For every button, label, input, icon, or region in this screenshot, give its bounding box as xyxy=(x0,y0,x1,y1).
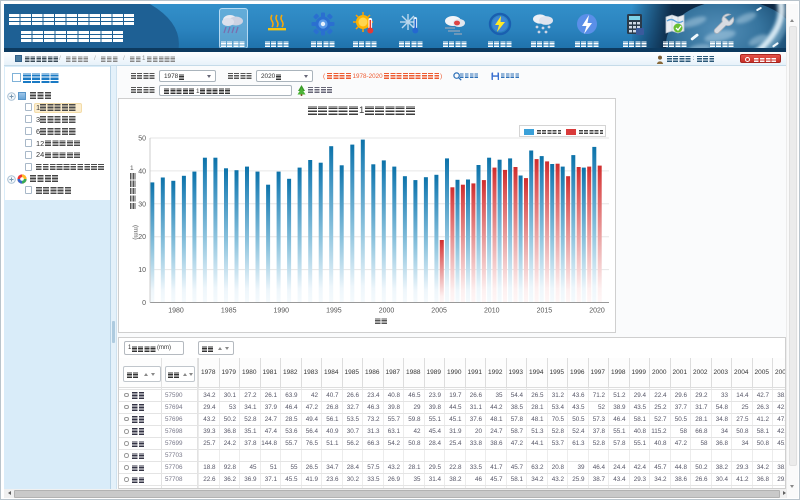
svg-text:1995: 1995 xyxy=(326,308,342,315)
svg-text:30: 30 xyxy=(138,201,146,208)
svg-text:10: 10 xyxy=(138,267,146,274)
svg-text:2000: 2000 xyxy=(379,308,395,315)
svg-text:1985: 1985 xyxy=(221,308,237,315)
svg-text:50: 50 xyxy=(138,136,146,143)
svg-text:2015: 2015 xyxy=(537,308,553,315)
svg-text:2020: 2020 xyxy=(589,308,605,315)
svg-text:1980: 1980 xyxy=(168,308,184,315)
svg-text:20: 20 xyxy=(138,234,146,241)
svg-text:2005: 2005 xyxy=(431,308,447,315)
svg-text:40: 40 xyxy=(138,168,146,175)
svg-text:0: 0 xyxy=(142,300,146,307)
svg-text:1990: 1990 xyxy=(274,308,290,315)
svg-text:2010: 2010 xyxy=(484,308,500,315)
